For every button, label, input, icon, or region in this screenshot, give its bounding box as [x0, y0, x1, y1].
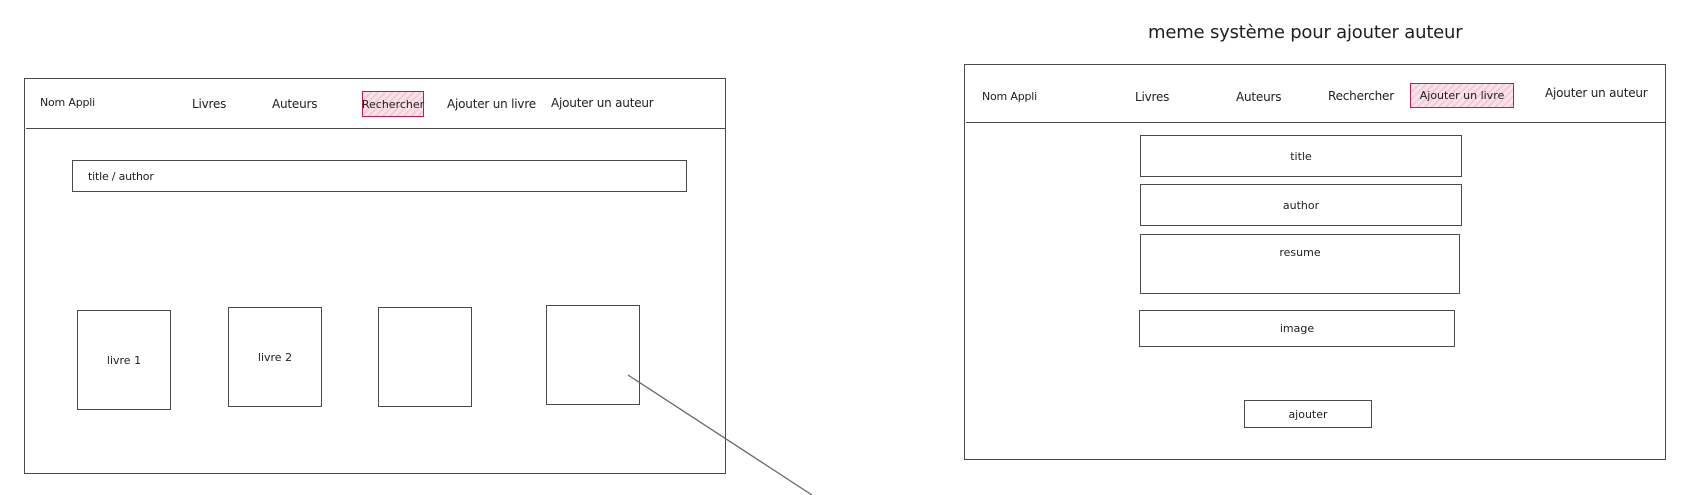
resume-field[interactable]: resume [1140, 234, 1460, 294]
book-card-2[interactable]: livre 2 [228, 307, 322, 407]
page-heading: meme système pour ajouter auteur [1148, 22, 1463, 43]
book-card-label: livre 2 [257, 350, 293, 364]
nav-item-auteurs[interactable]: Auteurs [1236, 90, 1281, 104]
ajouter-button[interactable]: ajouter [1244, 400, 1372, 428]
app-name: Nom Appli [982, 90, 1037, 103]
nav-item-ajouter-livre[interactable]: Ajouter un livre [1410, 83, 1514, 108]
book-card-4[interactable] [546, 305, 640, 405]
add-book-screen-nav-divider [966, 122, 1666, 123]
nav-item-rechercher[interactable]: Rechercher [362, 91, 424, 117]
nav-item-rechercher-label: Rechercher [361, 97, 425, 111]
image-field[interactable]: image [1139, 310, 1455, 347]
title-field[interactable]: title [1140, 135, 1462, 177]
nav-item-ajouter-auteur[interactable]: Ajouter un auteur [551, 96, 654, 110]
book-card-label: livre 1 [106, 353, 142, 367]
nav-item-ajouter-livre-label: Ajouter un livre [1419, 89, 1505, 102]
resume-field-label: resume [1279, 246, 1321, 259]
book-card-3[interactable] [378, 307, 472, 407]
nav-item-ajouter-auteur[interactable]: Ajouter un auteur [1545, 86, 1648, 100]
book-card-1[interactable]: livre 1 [77, 310, 171, 410]
search-screen-nav-divider [26, 128, 726, 129]
title-field-label: title [1290, 149, 1312, 163]
search-screen-frame [24, 78, 726, 474]
author-field[interactable]: author [1140, 184, 1462, 226]
ajouter-button-label: ajouter [1288, 407, 1328, 421]
nav-item-ajouter-livre[interactable]: Ajouter un livre [447, 97, 536, 111]
nav-item-livres[interactable]: Livres [192, 97, 226, 111]
image-field-label: image [1279, 322, 1315, 335]
nav-item-rechercher[interactable]: Rechercher [1328, 89, 1394, 103]
author-field-label: author [1282, 198, 1320, 212]
nav-item-livres[interactable]: Livres [1135, 90, 1169, 104]
nav-item-auteurs[interactable]: Auteurs [272, 97, 317, 111]
search-input[interactable]: title / author [72, 160, 687, 192]
app-name: Nom Appli [40, 96, 95, 109]
search-input-placeholder: title / author [88, 170, 154, 183]
